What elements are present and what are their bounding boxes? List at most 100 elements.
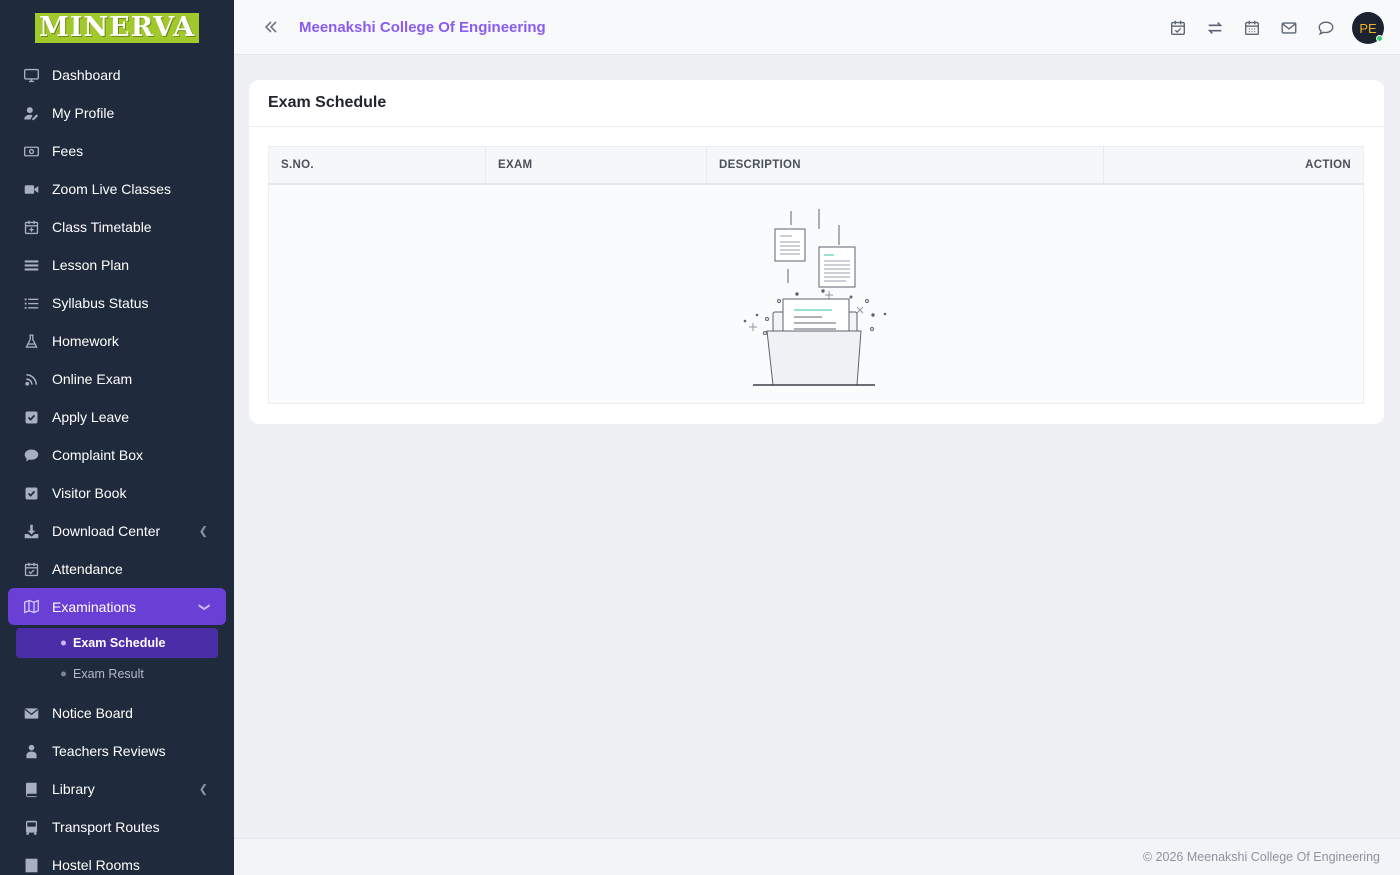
sidebar-nav: Dashboard My Profile Fees Zoom Live Clas… [0, 56, 234, 875]
calendar-icon [1245, 20, 1259, 35]
arrows-exchange-icon [1207, 22, 1223, 34]
footer-copyright: © 2026 Meenakshi College Of Engineering [1142, 850, 1380, 864]
sidebar-item-fees[interactable]: Fees [0, 132, 234, 170]
logo-area: MINERVA [0, 0, 234, 56]
flask-icon [22, 332, 40, 350]
collapse-sidebar-button[interactable] [256, 12, 286, 42]
envelope-icon [1281, 22, 1297, 34]
chevron-down-icon: ❮ [197, 601, 210, 612]
column-header-exam[interactable]: EXAM [486, 147, 707, 183]
sidebar-item-download-center[interactable]: Download Center ❮ [0, 512, 234, 550]
college-title[interactable]: Meenakshi College Of Engineering [299, 19, 546, 36]
list-ordered-icon [22, 294, 40, 312]
chevron-left-icon: ❮ [198, 783, 208, 796]
teacher-icon [22, 742, 40, 760]
sidebar-item-complaint-box[interactable]: Complaint Box [0, 436, 234, 474]
calendar-check-icon [22, 560, 40, 578]
sidebar-item-hostel-rooms[interactable]: Hostel Rooms [0, 846, 234, 875]
sidebar-item-label: Library [52, 781, 95, 797]
sidebar-item-label: Attendance [52, 561, 123, 577]
sidebar-item-class-timetable[interactable]: Class Timetable [0, 208, 234, 246]
calendar-plus-icon [22, 218, 40, 236]
rss-icon [22, 370, 40, 388]
monitor-icon [22, 66, 40, 84]
sidebar-item-label: Download Center [52, 523, 161, 539]
card-header: Exam Schedule [249, 80, 1384, 127]
money-icon [22, 142, 40, 160]
building-icon [22, 856, 40, 874]
sidebar-item-label: Fees [52, 143, 84, 159]
sidebar-item-label: Syllabus Status [52, 295, 149, 311]
empty-state-illustration [743, 209, 887, 386]
exam-schedule-card: Exam Schedule S.NO. EXAM DESCRIPTION ACT… [249, 80, 1384, 424]
avatar[interactable]: PE [1352, 12, 1384, 44]
sidebar-item-visitor-book[interactable]: Visitor Book [0, 474, 234, 512]
sidebar-item-label: Class Timetable [52, 219, 152, 235]
double-chevron-left-icon [264, 21, 277, 33]
sidebar-item-label: Notice Board [52, 705, 133, 721]
sidebar-item-library[interactable]: Library ❮ [0, 770, 234, 808]
page-title: Exam Schedule [268, 94, 387, 111]
exam-schedule-table: S.NO. EXAM DESCRIPTION ACTION [268, 146, 1364, 404]
sidebar-item-syllabus-status[interactable]: Syllabus Status [0, 284, 234, 322]
sidebar-item-apply-leave[interactable]: Apply Leave [0, 398, 234, 436]
sidebar-item-online-exam[interactable]: Online Exam [0, 360, 234, 398]
examinations-submenu: Exam Schedule Exam Result [0, 625, 234, 694]
sidebar-item-label: Examinations [52, 598, 137, 615]
submenu-item-exam-result[interactable]: Exam Result [16, 659, 218, 689]
sidebar-item-label: Online Exam [52, 371, 133, 387]
table-header: S.NO. EXAM DESCRIPTION ACTION [269, 147, 1363, 185]
download-icon [22, 522, 40, 540]
switch-button[interactable] [1198, 11, 1232, 45]
footer: © 2026 Meenakshi College Of Engineering [234, 838, 1400, 875]
chat-bubble-icon [1318, 21, 1334, 36]
user-edit-icon [22, 104, 40, 122]
sidebar-item-attendance[interactable]: Attendance [0, 550, 234, 588]
list-icon [22, 256, 40, 274]
book-icon [22, 780, 40, 798]
sidebar-item-examinations[interactable]: Examinations ❮ [8, 588, 226, 625]
online-status-dot [1376, 35, 1383, 42]
sidebar-item-homework[interactable]: Homework [0, 322, 234, 360]
check-square-icon [22, 484, 40, 502]
sidebar-item-teachers-reviews[interactable]: Teachers Reviews [0, 732, 234, 770]
sidebar-item-transport-routes[interactable]: Transport Routes [0, 808, 234, 846]
sidebar-item-label: Zoom Live Classes [52, 181, 172, 197]
sidebar-item-label: My Profile [52, 105, 115, 121]
avatar-initials: PE [1359, 20, 1377, 36]
sidebar-item-my-profile[interactable]: My Profile [0, 94, 234, 132]
logo[interactable]: MINERVA [34, 13, 200, 43]
sidebar-item-dashboard[interactable]: Dashboard [0, 56, 234, 94]
chat-button[interactable] [1309, 11, 1343, 45]
sidebar-item-label: Complaint Box [52, 447, 144, 463]
sidebar-item-label: Transport Routes [52, 819, 160, 835]
sidebar-item-label: Dashboard [52, 67, 121, 83]
envelope-icon [22, 704, 40, 722]
topbar: Meenakshi College Of Engineering PE [234, 0, 1400, 55]
column-header-description[interactable]: DESCRIPTION [707, 147, 1104, 183]
calendar-check-icon [1171, 20, 1185, 35]
chevron-left-icon: ❮ [198, 525, 208, 538]
video-icon [22, 180, 40, 198]
sidebar-item-label: Lesson Plan [52, 257, 130, 273]
comment-icon [22, 446, 40, 464]
sidebar-item-label: Apply Leave [52, 409, 130, 425]
sidebar-item-lesson-plan[interactable]: Lesson Plan [0, 246, 234, 284]
column-header-action[interactable]: ACTION [1104, 147, 1363, 183]
topbar-actions: PE [1158, 11, 1384, 45]
task-calendar-button[interactable] [1161, 11, 1195, 45]
sidebar-item-label: Visitor Book [52, 485, 127, 501]
sidebar-item-notice-board[interactable]: Notice Board [0, 694, 234, 732]
check-square-icon [22, 408, 40, 426]
sidebar-item-label: Teachers Reviews [52, 743, 166, 759]
column-header-sno[interactable]: S.NO. [269, 147, 486, 183]
bus-icon [22, 818, 40, 836]
sidebar-item-zoom-live-classes[interactable]: Zoom Live Classes [0, 170, 234, 208]
mail-button[interactable] [1272, 11, 1306, 45]
calendar-button[interactable] [1235, 11, 1269, 45]
submenu-item-exam-schedule[interactable]: Exam Schedule [16, 628, 218, 658]
sidebar-item-label: Hostel Rooms [52, 857, 140, 873]
map-icon [22, 598, 40, 616]
sidebar: MINERVA Dashboard My Profile Fees Zoom L… [0, 0, 234, 875]
sidebar-item-label: Homework [52, 333, 119, 349]
